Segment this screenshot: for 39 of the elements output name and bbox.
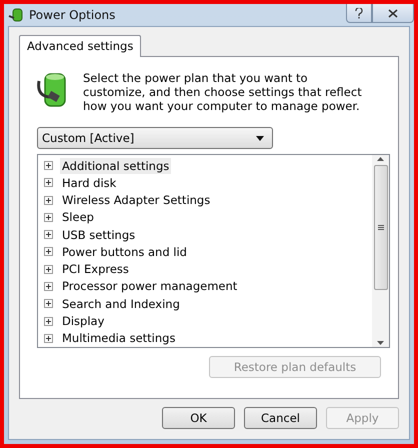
expand-icon[interactable] xyxy=(44,334,53,343)
expand-icon[interactable] xyxy=(44,230,53,240)
tree-item[interactable]: Search and Indexing xyxy=(60,296,182,312)
dialog-button[interactable]: OK xyxy=(162,407,235,429)
scrollbar[interactable] xyxy=(372,155,389,347)
expand-icon[interactable] xyxy=(44,161,53,170)
tree-item[interactable]: Multimedia settings xyxy=(60,330,178,346)
tree-item[interactable]: Display xyxy=(60,313,106,330)
close-icon xyxy=(388,8,398,18)
expand-icon[interactable] xyxy=(44,264,53,274)
grip-icon xyxy=(378,225,384,230)
tree-item[interactable]: Hard disk xyxy=(60,174,118,191)
battery-plug-icon xyxy=(8,7,24,23)
dialog-button[interactable]: Cancel xyxy=(244,407,317,429)
plan-dropdown[interactable]: Custom [Active] xyxy=(37,127,273,149)
tree-item[interactable]: PCI Express xyxy=(60,261,131,278)
tree-item[interactable]: Wireless Adapter Settings xyxy=(60,192,212,208)
expand-icon[interactable] xyxy=(44,282,53,291)
description-text: Select the power plan that you want to customize, and then choose settings that reflect how you want your computer to manage power. xyxy=(83,71,363,113)
expand-icon[interactable] xyxy=(44,212,53,222)
dropdown-arrow-icon xyxy=(256,136,264,140)
help-button[interactable] xyxy=(346,4,372,23)
tree-item[interactable]: Additional settings xyxy=(60,158,172,174)
tree-item[interactable]: Power buttons and lid xyxy=(60,244,189,260)
expand-icon[interactable] xyxy=(44,178,53,188)
tab[interactable]: Advanced settings xyxy=(19,35,142,57)
tree-item[interactable]: Processor power management xyxy=(60,278,240,294)
close-button[interactable] xyxy=(372,4,414,23)
tree-item[interactable]: USB settings xyxy=(60,226,138,243)
expand-icon[interactable] xyxy=(44,316,53,326)
scroll-up-icon[interactable] xyxy=(377,157,384,161)
tree-item[interactable]: Sleep xyxy=(60,209,96,226)
help-icon xyxy=(355,8,363,18)
scroll-thumb[interactable] xyxy=(374,165,388,290)
expand-icon[interactable] xyxy=(44,299,53,308)
expand-icon[interactable] xyxy=(44,196,53,205)
expand-icon[interactable] xyxy=(44,247,53,256)
scroll-down-icon[interactable] xyxy=(377,341,384,345)
window-title: Power Options xyxy=(29,8,116,22)
